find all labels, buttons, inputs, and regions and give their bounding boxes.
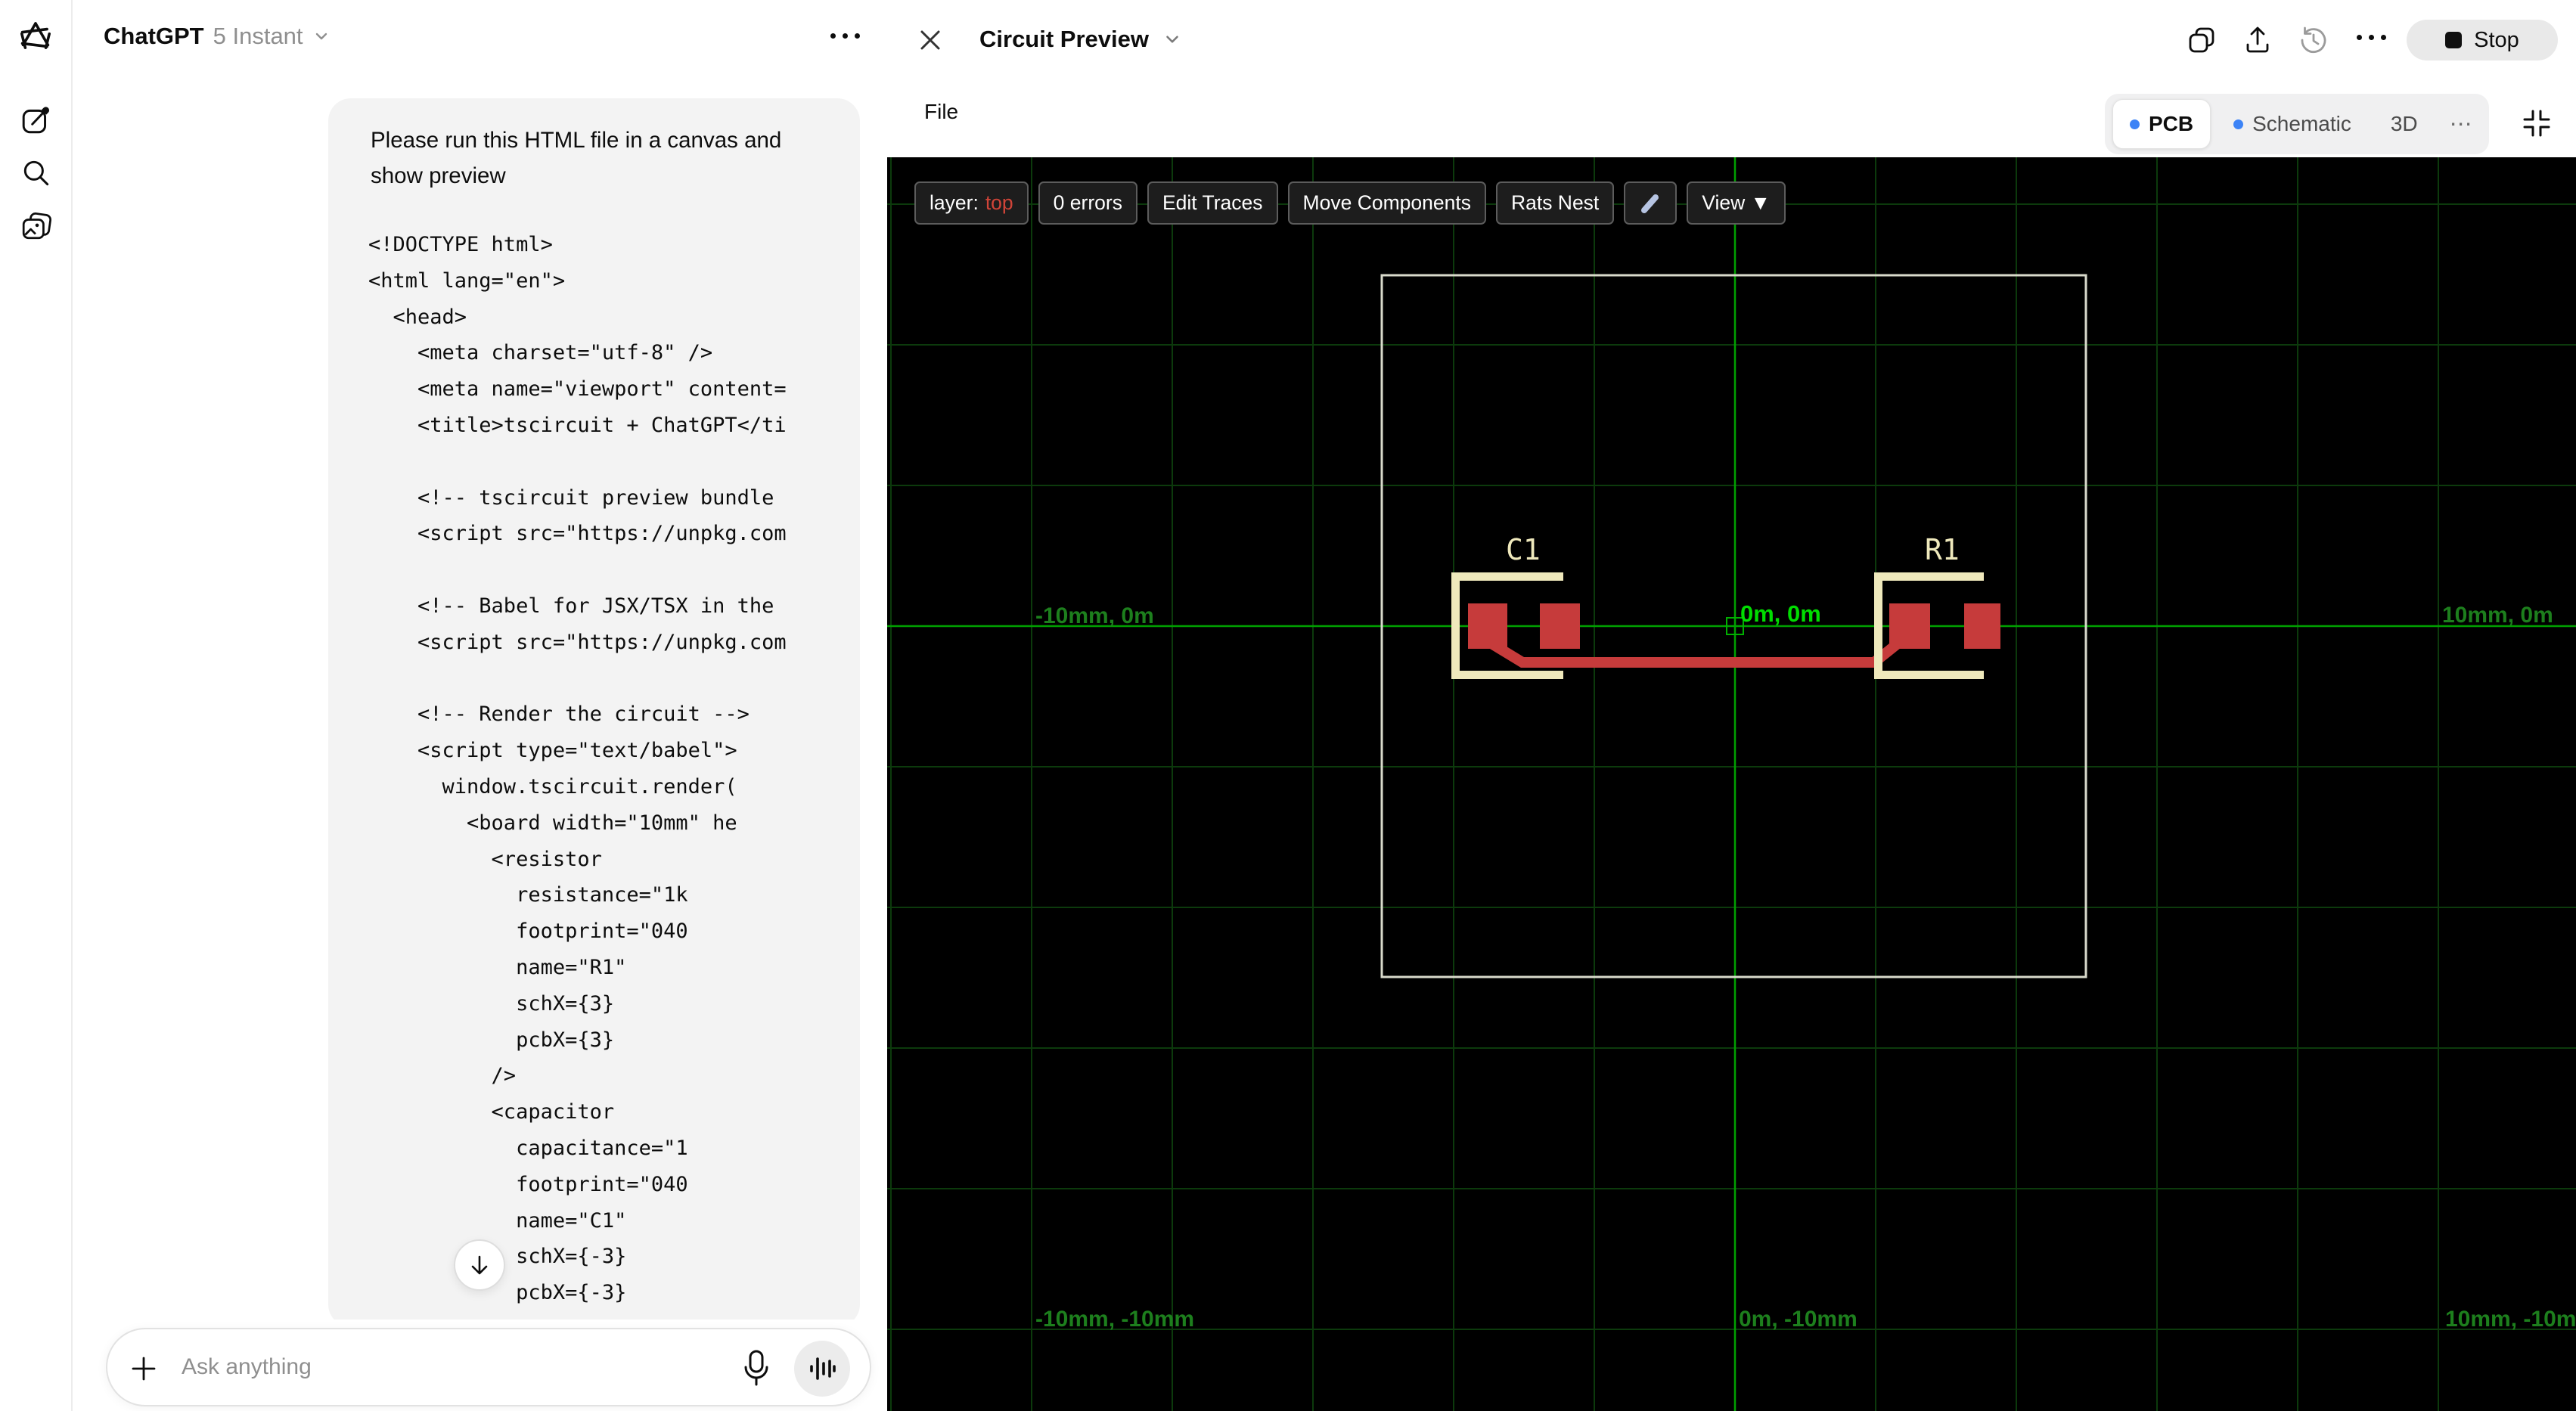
attach-plus-icon[interactable] (129, 1354, 159, 1384)
toolbar-button[interactable]: Move Components (1287, 181, 1486, 225)
component-ref-label: R1 (1925, 533, 1960, 566)
stop-square-icon (2445, 32, 2463, 48)
pcb-drawing: C1 R1 0m, 0m -10mm, 0m 10mm, 0m -10mm, -10mm 0… (887, 157, 2576, 1411)
tab-more-label: ⋯ (2449, 111, 2472, 137)
silkscreen-outline (1451, 572, 1563, 581)
blue-dot-icon (2233, 119, 2244, 129)
history-icon[interactable] (2298, 25, 2329, 55)
silkscreen-outline (1451, 671, 1563, 679)
pcb-pad[interactable] (1468, 603, 1507, 649)
silkscreen-outline (1874, 671, 1984, 679)
toolbar-button[interactable]: 0 errors (1038, 181, 1137, 225)
microphone-icon[interactable] (741, 1348, 771, 1389)
origin-coordinate-label: 0m, 0m (1740, 600, 1821, 627)
silkscreen-outline (1874, 572, 1984, 581)
arrow-down-icon (471, 1255, 488, 1275)
chat-options-icon[interactable] (830, 33, 860, 39)
view-dropdown-button[interactable]: View ▼ (1687, 181, 1786, 225)
pcb-pad[interactable] (1540, 603, 1580, 649)
tab-pcb-label: PCB (2149, 112, 2194, 135)
grid-coordinate-label: 10mm, -10mm (2445, 1307, 2576, 1332)
search-icon[interactable] (20, 157, 52, 189)
openai-logo-icon[interactable] (18, 20, 53, 55)
chevron-down-icon[interactable] (1162, 29, 1182, 49)
close-icon[interactable] (917, 27, 943, 53)
user-message-bubble: Please run this HTML file in a canvas an… (328, 98, 860, 1327)
share-upload-icon[interactable] (2242, 25, 2273, 55)
pcb-pad[interactable] (1889, 603, 1930, 649)
pcb-pad[interactable] (1964, 603, 2000, 649)
tab-3d-label: 3D (2390, 112, 2418, 135)
sidebar (0, 0, 73, 1411)
waveform-icon (810, 1357, 836, 1380)
view-label: View ▼ (1702, 191, 1771, 214)
component-ref-label: C1 (1506, 533, 1541, 566)
blue-dot-icon (2130, 119, 2140, 129)
scroll-to-bottom-button[interactable] (454, 1239, 505, 1291)
tab-pcb[interactable]: PCB (2112, 99, 2211, 149)
layer-button[interactable]: layer: top (914, 181, 1029, 225)
code-block: <!DOCTYPE html> <html lang="en"> <head> … (368, 233, 787, 1325)
user-message-text: Please run this HTML file in a canvas an… (371, 128, 782, 188)
tab-3d[interactable]: 3D (2374, 99, 2435, 149)
panel-title-row: Circuit Preview (979, 26, 1182, 53)
grid-coordinate-label: 0m, -10mm (1739, 1307, 1858, 1332)
chat-input[interactable] (182, 1347, 666, 1387)
app-root: ChatGPT 5 Instant Please run this HTML f… (0, 0, 2576, 1411)
grid-coordinate-label: 10mm, 0m (2442, 603, 2553, 628)
new-chat-icon[interactable] (20, 104, 52, 136)
chat-header: ChatGPT 5 Instant (104, 23, 331, 50)
grid-coordinate-label: -10mm, 0m (1035, 603, 1154, 628)
file-menu[interactable]: File (924, 100, 958, 124)
layer-value: top (985, 191, 1013, 214)
stop-label: Stop (2474, 27, 2519, 52)
composer (106, 1328, 871, 1406)
panel-options-icon[interactable] (2357, 35, 2386, 40)
toolbar-button[interactable]: Rats Nest (1495, 181, 1615, 225)
collapse-icon[interactable] (2519, 105, 2555, 141)
pcb-toolbar: layer: top 0 errors Edit Traces Move Compo… (914, 181, 1786, 225)
silkscreen-outline (1874, 572, 1882, 679)
layer-label: layer: (930, 191, 979, 214)
tab-schematic-label: Schematic (2252, 112, 2351, 135)
tab-more[interactable]: ⋯ (2441, 99, 2481, 149)
library-icon[interactable] (20, 211, 52, 243)
pcb-canvas[interactable]: C1 R1 0m, 0m -10mm, 0m 10mm, 0m -10mm, -10mm 0… (887, 157, 2576, 1411)
toolbar-button[interactable]: Edit Traces (1147, 181, 1278, 225)
view-tabs: PCB Schematic 3D ⋯ (2105, 94, 2489, 154)
tab-schematic[interactable]: Schematic (2217, 99, 2368, 149)
pencil-icon (1641, 194, 1659, 213)
silkscreen-outline (1451, 572, 1460, 679)
grid-coordinate-label: -10mm, -10mm (1035, 1307, 1194, 1332)
chevron-down-icon[interactable] (312, 27, 331, 45)
chat-app-title: ChatGPT (104, 23, 204, 49)
stop-button[interactable]: Stop (2407, 20, 2558, 60)
voice-mode-button[interactable] (794, 1341, 850, 1397)
chat-model-name[interactable]: 5 Instant (213, 23, 303, 50)
edit-pencil-button[interactable] (1624, 181, 1678, 225)
panel-title: Circuit Preview (979, 26, 1149, 52)
copy-icon[interactable] (2186, 25, 2217, 55)
